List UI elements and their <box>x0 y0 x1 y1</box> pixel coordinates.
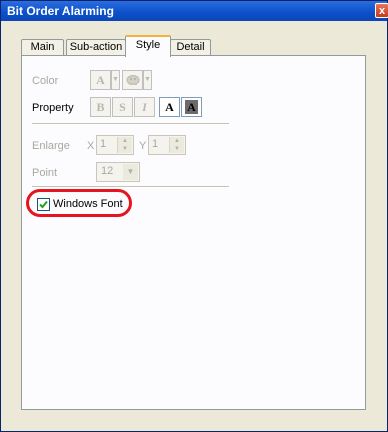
color-label: Color <box>32 75 59 87</box>
window-title: Bit Order Alarming <box>7 4 114 18</box>
dialog-window: Bit Order Alarming x Main Sub-action Sty… <box>0 0 388 432</box>
title-bar[interactable]: Bit Order Alarming x <box>1 1 388 21</box>
windows-font-label[interactable]: Windows Font <box>53 198 123 210</box>
italic-button[interactable]: I <box>134 97 155 117</box>
chevron-down-icon: ▼ <box>112 76 119 83</box>
bold-button[interactable]: B <box>90 97 111 117</box>
tab-detail-label: Detail <box>176 41 205 53</box>
enlarge-label: Enlarge <box>32 140 70 152</box>
normal-text-button[interactable]: A <box>159 97 180 117</box>
background-color-dropdown[interactable]: ▼ <box>143 70 152 90</box>
point-select[interactable]: 12 ▼ <box>96 162 140 182</box>
x-label: X <box>87 140 95 152</box>
bold-glyph: B <box>96 100 105 114</box>
point-value: 12 <box>101 165 114 177</box>
chevron-down-icon: ▼ <box>123 164 138 180</box>
enlarge-y-spinner[interactable]: 1 ▲ ▼ <box>148 135 186 155</box>
close-icon: x <box>378 5 386 17</box>
text-color-glyph: A <box>96 73 105 87</box>
tab-main-label: Main <box>30 41 55 53</box>
style-panel: Color A ▼ ▼ Property B S I A A Enlarge X… <box>21 55 366 410</box>
separator <box>32 123 229 125</box>
normal-text-glyph: A <box>165 100 174 114</box>
tab-detail[interactable]: Detail <box>170 39 211 55</box>
spinner-arrows-icon[interactable]: ▲ ▼ <box>117 137 132 153</box>
point-label: Point <box>32 167 58 179</box>
shadow-glyph: S <box>119 100 126 114</box>
y-label: Y <box>139 140 147 152</box>
chevron-down-icon: ▼ <box>144 76 151 83</box>
enlarge-x-spinner[interactable]: 1 ▲ ▼ <box>96 135 134 155</box>
reverse-text-button[interactable]: A <box>181 97 202 117</box>
tab-sub-action-label: Sub-action <box>69 41 123 53</box>
tab-main[interactable]: Main <box>21 39 64 55</box>
tab-style-label: Style <box>135 39 161 51</box>
enlarge-y-value: 1 <box>152 138 159 150</box>
reverse-text-glyph: A <box>185 100 198 114</box>
background-color-button[interactable] <box>122 70 143 90</box>
tab-style[interactable]: Style <box>125 35 171 57</box>
enlarge-x-value: 1 <box>100 138 107 150</box>
property-label: Property <box>32 102 74 114</box>
italic-glyph: I <box>142 100 147 114</box>
spinner-arrows-icon[interactable]: ▲ ▼ <box>169 137 184 153</box>
windows-font-checkbox[interactable] <box>37 198 50 211</box>
separator <box>32 186 229 188</box>
shadow-button[interactable]: S <box>112 97 133 117</box>
tab-sub-action[interactable]: Sub-action <box>66 39 126 55</box>
paint-icon <box>126 75 139 85</box>
text-color-button[interactable]: A <box>90 70 111 90</box>
close-button[interactable]: x <box>375 3 388 18</box>
checkmark-icon <box>39 200 48 209</box>
text-color-dropdown[interactable]: ▼ <box>111 70 120 90</box>
